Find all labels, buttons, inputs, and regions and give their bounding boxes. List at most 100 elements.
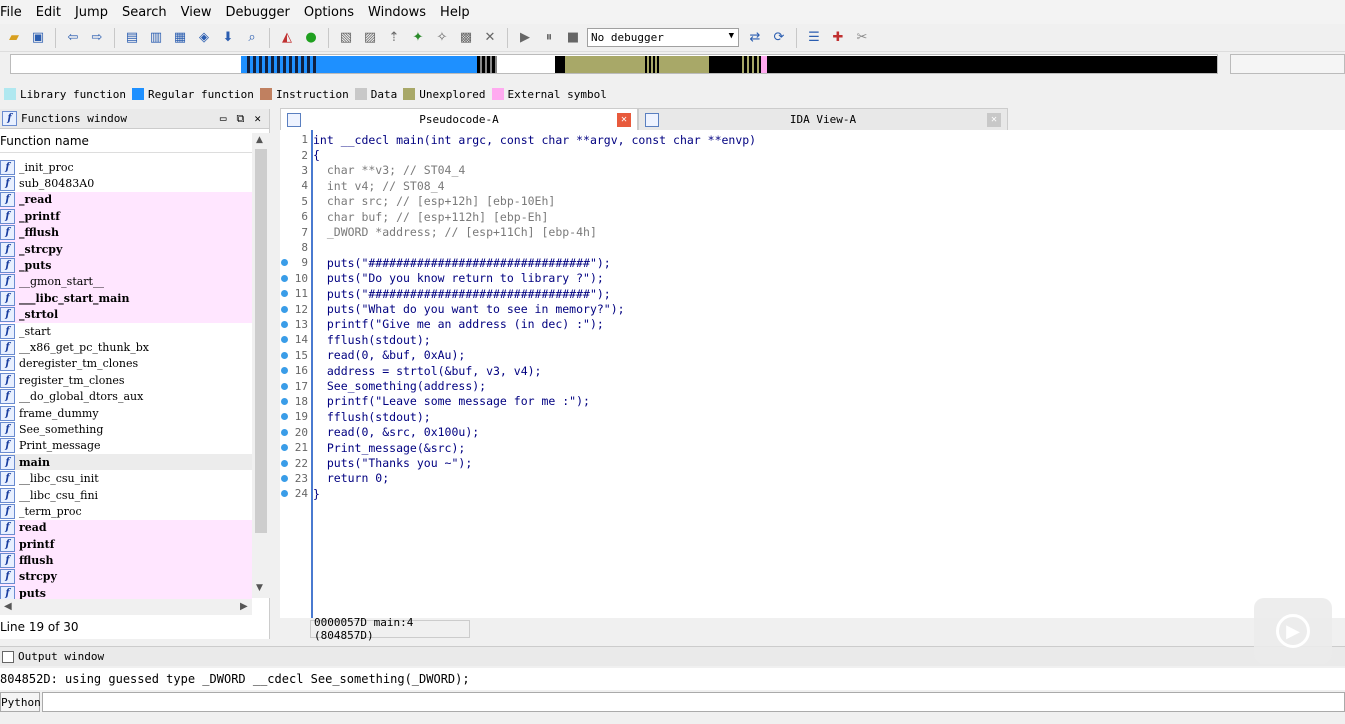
function-list-item[interactable]: f _start [0,323,252,339]
function-list-item[interactable]: f _strtol [0,306,252,323]
graph-icon[interactable]: ◭ [277,28,297,48]
menu-jump[interactable]: Jump [69,5,116,20]
function-list-item[interactable]: f ___libc_start_main [0,290,252,307]
menu-edit[interactable]: Edit [30,5,69,20]
menu-windows[interactable]: Windows [362,5,434,20]
forward-arrow-icon[interactable]: ⇨ [87,28,107,48]
function-list-item[interactable]: f printf [0,535,252,553]
function-list-item[interactable]: f _strcpy [0,240,252,258]
function-list-item[interactable]: f register_tm_clones [0,372,252,388]
menu-debugger[interactable]: Debugger [219,5,297,20]
minimize-icon[interactable]: ▭ [220,112,227,126]
jump-icon[interactable]: ◈ [194,28,214,48]
breakpoint-dot-icon[interactable] [281,397,288,405]
hex-icon[interactable]: ▥ [146,28,166,48]
functions-horizontal-scrollbar[interactable]: ◀ ▶ [0,599,252,615]
pin-icon[interactable]: ✧ [432,28,452,48]
scroll-down-icon[interactable]: ▼ [256,583,263,593]
run-green-icon[interactable]: ● [301,28,321,48]
function-list-item[interactable]: f _fflush [0,224,252,241]
code-line[interactable]: 18 printf("Leave some message for me :")… [280,394,1280,409]
breakpoint-dot-icon[interactable] [281,459,288,467]
function-list-item[interactable]: f __do_global_dtors_aux [0,388,252,405]
function-list-item[interactable]: f See_something [0,421,252,437]
function-list-item[interactable]: f _init_proc [0,159,252,175]
close-icon[interactable]: ✕ [254,112,261,126]
code-line[interactable]: 8 [280,240,1280,255]
code-line[interactable]: 4 int v4; // ST08_4 [280,178,1280,193]
function-list-item[interactable]: f main [0,454,252,471]
code-line[interactable]: 10 puts("Do you know return to library ?… [280,271,1280,286]
close-icon[interactable]: ✕ [987,112,1001,127]
function-list-item[interactable]: f Print_message [0,438,252,454]
function-list-item[interactable]: f __x86_get_pc_thunk_bx [0,339,252,355]
function-list-item[interactable]: f strcpy [0,568,252,586]
segment-icon[interactable]: ▧ [336,28,356,48]
breakpoint-dot-icon[interactable] [281,305,288,313]
tab-pseudocode-a[interactable]: Pseudocode-A ✕ [280,108,638,130]
open-folder-icon[interactable]: ▰ [4,28,24,48]
code-line[interactable]: 17 See_something(address); [280,378,1280,393]
tab-ida-view-a[interactable]: IDA View-A ✕ [638,108,1008,130]
code-line[interactable]: 6 char buf; // [esp+112h] [ebp-Eh] [280,209,1280,224]
debugger-select[interactable]: No debugger ▼ [587,28,739,47]
scroll-up-icon[interactable]: ▲ [256,135,263,145]
code-line[interactable]: 19 fflush(stdout); [280,409,1280,424]
function-list-item[interactable]: f read [0,519,252,536]
code-line[interactable]: 9 puts("################################… [280,255,1280,270]
scroll-right-icon[interactable]: ▶ [240,601,248,612]
add-breakpoint-icon[interactable]: ✚ [828,28,848,48]
search-icon[interactable]: ⌕ [242,28,262,48]
code-line[interactable]: 14 fflush(stdout); [280,332,1280,347]
close-icon[interactable]: ✕ [617,112,631,127]
code-line[interactable]: 12 puts("What do you want to see in memo… [280,301,1280,316]
code-line[interactable]: 23 return 0; [280,471,1280,486]
code-line[interactable]: 24} [280,486,1280,501]
code-line[interactable]: 13 printf("Give me an address (in dec) :… [280,317,1280,332]
breakpoint-dot-icon[interactable] [281,320,288,328]
refresh-icon[interactable]: ⟳ [769,28,789,48]
code-line[interactable]: 21 Print_message(&src); [280,440,1280,455]
code-line[interactable]: 3 char **v3; // ST04_4 [280,163,1280,178]
save-icon[interactable]: ▣ [28,28,48,48]
down-arrow-icon[interactable]: ⬇ [218,28,238,48]
video-play-button[interactable]: ▶ [1254,598,1332,664]
binary-icon[interactable]: ▤ [122,28,142,48]
patch-icon[interactable]: ▩ [456,28,476,48]
breakpoint-dot-icon[interactable] [281,351,288,359]
function-list-item[interactable]: f __libc_csu_fini [0,487,252,503]
breakpoint-dot-icon[interactable] [281,382,288,390]
tools-icon[interactable]: ✂ [852,28,872,48]
function-list-item[interactable]: f _read [0,191,252,209]
menu-search[interactable]: Search [116,5,175,20]
function-list-item[interactable]: f __gmon_start__ [0,273,252,291]
code-line[interactable]: 16 address = strtol(&buf, v3, v4); [280,363,1280,378]
functions-vertical-scrollbar[interactable]: ▲ ▼ [252,133,270,598]
pause-icon[interactable]: ⏸ [539,28,559,48]
breakpoint-dot-icon[interactable] [281,474,288,482]
scroll-left-icon[interactable]: ◀ [4,601,12,612]
menu-view[interactable]: View [175,5,220,20]
back-arrow-icon[interactable]: ⇦ [63,28,83,48]
function-list-item[interactable]: f deregister_tm_clones [0,356,252,372]
xref-icon[interactable]: ⇡ [384,28,404,48]
code-line[interactable]: 22 puts("Thanks you ~"); [280,455,1280,470]
code-line[interactable]: 7 _DWORD *address; // [esp+11Ch] [ebp-4h… [280,224,1280,239]
pseudocode-view[interactable]: 1 int __cdecl main(int argc, const char *… [280,130,1345,618]
attach-icon[interactable]: ⇄ [745,28,765,48]
code-line[interactable]: 1 int __cdecl main(int argc, const char *… [280,132,1280,147]
scrollbar-thumb[interactable] [255,149,267,533]
export-icon[interactable]: ✦ [408,28,428,48]
function-name-column-header[interactable]: Function name [0,129,252,153]
list-icon[interactable]: ☰ [804,28,824,48]
breakpoint-dot-icon[interactable] [281,428,288,436]
close-x-icon[interactable]: ✕ [480,28,500,48]
restore-icon[interactable]: ⧉ [237,112,245,126]
menu-file[interactable]: File [0,5,30,20]
function-list-item[interactable]: f frame_dummy [0,405,252,421]
navigation-band[interactable] [10,54,1218,74]
code-line[interactable]: 15 read(0, &buf, 0xAu); [280,348,1280,363]
text-icon[interactable]: ▦ [170,28,190,48]
function-list-item[interactable]: f _puts [0,257,252,274]
function-list-item[interactable]: f _printf [0,208,252,225]
